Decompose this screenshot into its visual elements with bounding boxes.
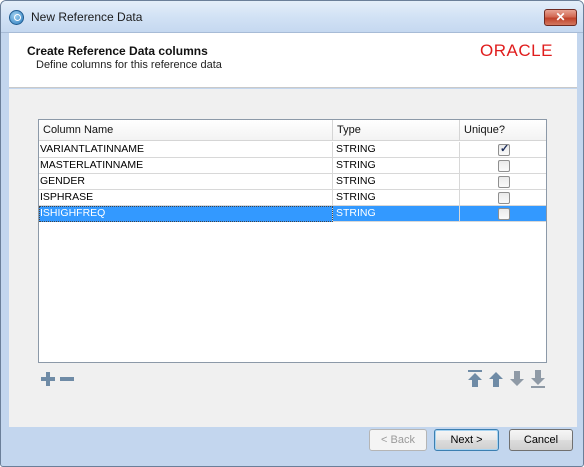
cell-column-name[interactable]: ISPHRASE <box>39 190 333 206</box>
cell-column-name[interactable]: ISHIGHFREQ <box>39 206 333 222</box>
table-row[interactable]: VARIANTLATINNAME STRING <box>39 142 546 158</box>
columns-table: Column Name Type Unique? VARIANTLATINNAM… <box>38 119 547 363</box>
cell-column-name[interactable]: VARIANTLATINNAME <box>39 142 333 158</box>
page-title: Create Reference Data columns <box>27 44 208 58</box>
unique-checkbox[interactable] <box>498 192 510 204</box>
unique-checkbox[interactable] <box>498 176 510 188</box>
close-button[interactable]: ✕ <box>544 9 577 26</box>
dialog-window: New Reference Data ✕ Create Reference Da… <box>0 0 584 467</box>
column-header-name[interactable]: Column Name <box>39 120 333 141</box>
cell-unique <box>460 206 546 222</box>
cell-type[interactable]: STRING <box>333 174 460 190</box>
table-row[interactable]: MASTERLATINNAME STRING <box>39 158 546 174</box>
column-header-unique[interactable]: Unique? <box>460 120 546 141</box>
cancel-button[interactable]: Cancel <box>509 429 573 451</box>
app-icon <box>9 10 24 25</box>
cell-column-name[interactable]: MASTERLATINNAME <box>39 158 333 174</box>
unique-checkbox[interactable] <box>498 160 510 172</box>
table-row[interactable]: GENDER STRING <box>39 174 546 190</box>
arrow-down-icon[interactable] <box>509 370 525 388</box>
wizard-body: Column Name Type Unique? VARIANTLATINNAM… <box>9 89 577 451</box>
cell-type[interactable]: STRING <box>333 206 460 222</box>
window-title: New Reference Data <box>31 10 143 24</box>
cell-unique <box>460 142 546 158</box>
unique-checkbox[interactable] <box>498 142 510 157</box>
cell-unique <box>460 174 546 190</box>
plus-icon[interactable] <box>41 372 55 386</box>
unique-checkbox[interactable] <box>498 208 510 220</box>
minus-icon[interactable] <box>60 377 74 381</box>
arrow-bottom-icon[interactable] <box>530 370 546 388</box>
cell-type[interactable]: STRING <box>333 190 460 206</box>
table-row[interactable]: ISPHRASE STRING <box>39 190 546 206</box>
next-button[interactable]: Next > <box>434 429 499 451</box>
cell-column-name[interactable]: GENDER <box>39 174 333 190</box>
arrow-top-icon[interactable] <box>467 370 483 388</box>
cell-type[interactable]: STRING <box>333 142 460 158</box>
title-bar[interactable]: New Reference Data ✕ <box>1 1 583 33</box>
cell-unique <box>460 158 546 174</box>
page-subtitle: Define columns for this reference data <box>36 59 222 71</box>
cell-type[interactable]: STRING <box>333 158 460 174</box>
wizard-header: Create Reference Data columns Define col… <box>9 33 577 88</box>
arrow-up-icon[interactable] <box>488 370 504 388</box>
column-header-type[interactable]: Type <box>333 120 460 141</box>
oracle-logo: ORACLE <box>480 41 553 60</box>
table-row-selected[interactable]: ISHIGHFREQ STRING <box>39 206 546 222</box>
back-button[interactable]: < Back <box>369 429 427 451</box>
cell-unique <box>460 190 546 206</box>
